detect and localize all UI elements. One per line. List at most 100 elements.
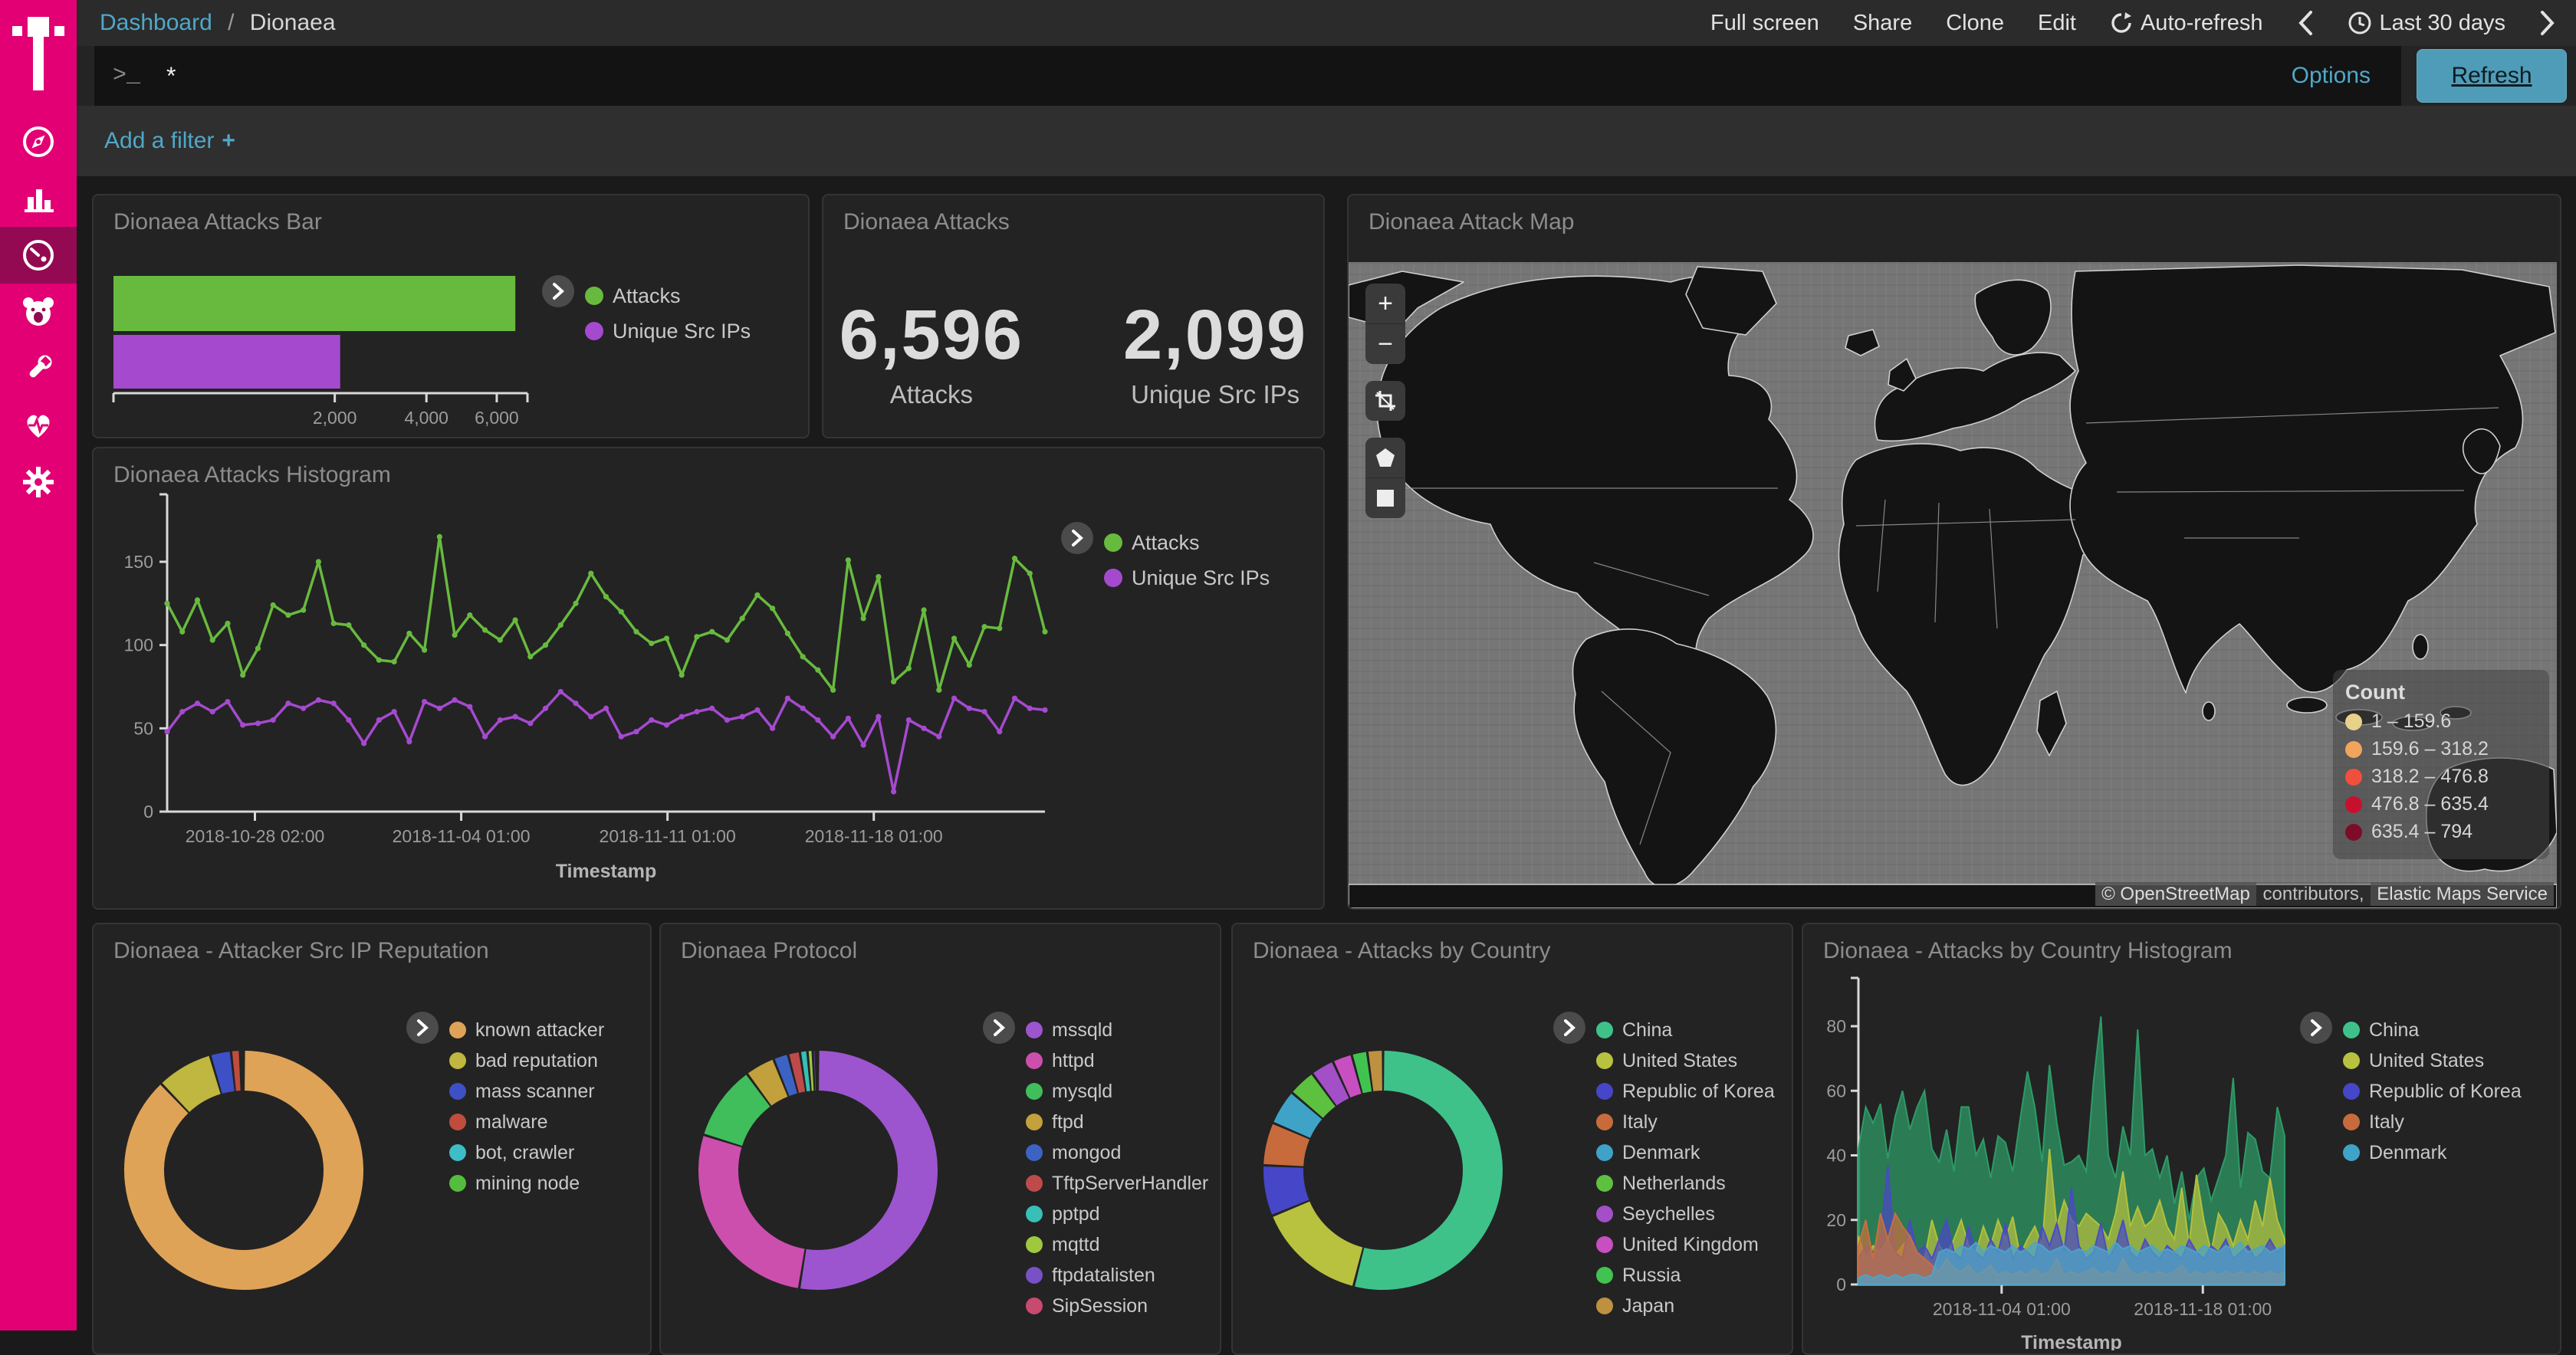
legend-toggle-chevron[interactable] bbox=[1553, 1012, 1585, 1044]
legend-toggle-chevron[interactable] bbox=[2300, 1012, 2332, 1044]
legend-item[interactable]: Attacks bbox=[585, 278, 751, 313]
legend-item[interactable]: Republic of Korea bbox=[1596, 1076, 1775, 1107]
legend-item[interactable]: pptpd bbox=[1026, 1199, 1208, 1229]
map-zoom-in-button[interactable]: + bbox=[1365, 284, 1405, 324]
time-range-picker[interactable]: Last 30 days bbox=[2348, 11, 2505, 36]
map-legend-label: 1 – 159.6 bbox=[2371, 710, 2451, 733]
legend-item[interactable]: Unique Src IPs bbox=[585, 313, 751, 349]
legend-item[interactable]: Seychelles bbox=[1596, 1199, 1775, 1229]
line-chart[interactable]: 0501001502018-10-28 02:002018-11-04 01:0… bbox=[94, 448, 1320, 905]
legend-item[interactable]: bot, crawler bbox=[449, 1137, 604, 1168]
options-link[interactable]: Options bbox=[2292, 63, 2371, 89]
nav-item-share[interactable]: Share bbox=[1853, 11, 1912, 36]
terminal-prompt-icon: >_ bbox=[113, 63, 140, 89]
svg-text:Timestamp: Timestamp bbox=[2021, 1332, 2122, 1350]
legend-item[interactable]: known attacker bbox=[449, 1015, 604, 1045]
legend-label: httpd bbox=[1052, 1050, 1095, 1072]
nav-item-full-screen[interactable]: Full screen bbox=[1710, 11, 1819, 36]
metric: 2,099Unique Src IPs bbox=[1123, 295, 1307, 409]
map-legend-item: 635.4 – 794 bbox=[2345, 821, 2537, 843]
legend-item[interactable]: China bbox=[2343, 1015, 2522, 1045]
legend-item[interactable]: Russia bbox=[1596, 1260, 1775, 1291]
legend: China United States Republic of KoreaItaly… bbox=[1553, 1015, 1775, 1321]
legend-item[interactable]: China bbox=[1596, 1015, 1775, 1045]
legend-swatch bbox=[449, 1052, 466, 1069]
legend-swatch bbox=[1026, 1052, 1043, 1069]
legend-item[interactable]: Republic of Korea bbox=[2343, 1076, 2522, 1107]
nav-item-auto-refresh[interactable]: Auto-refresh bbox=[2110, 11, 2263, 36]
map-draw-polygon-button[interactable] bbox=[1365, 438, 1405, 478]
sidebar-item-management[interactable] bbox=[0, 454, 77, 510]
legend-item[interactable]: Italy bbox=[2343, 1107, 2522, 1137]
legend-item[interactable]: malware bbox=[449, 1107, 604, 1137]
map-draw-rectangle-button[interactable] bbox=[1365, 478, 1405, 518]
legend-toggle-chevron[interactable] bbox=[983, 1012, 1015, 1044]
legend-toggle-chevron[interactable] bbox=[406, 1012, 439, 1044]
legend: ChinaUnited States Republic of Korea Italy… bbox=[2300, 1015, 2522, 1168]
svg-text:150: 150 bbox=[124, 552, 153, 572]
map-legend-item: 476.8 – 635.4 bbox=[2345, 793, 2537, 815]
query-bar: >_ * Options Refresh bbox=[77, 46, 2576, 106]
legend-item[interactable]: mass scanner bbox=[449, 1076, 604, 1107]
filter-bar: Add a filter+ bbox=[77, 106, 2576, 178]
map-legend-label: 159.6 – 318.2 bbox=[2371, 738, 2489, 760]
legend-item[interactable]: mssqld bbox=[1026, 1015, 1208, 1045]
legend-toggle-chevron[interactable] bbox=[542, 275, 574, 307]
legend-item[interactable]: TftpServerHandler bbox=[1026, 1168, 1208, 1199]
legend-item[interactable]: Netherlands bbox=[1596, 1168, 1775, 1199]
breadcrumb-separator: / bbox=[228, 10, 234, 35]
legend-item[interactable]: ftpd bbox=[1026, 1107, 1208, 1137]
legend: mssqld httpd mysqldftpdmongodTftpServerHan… bbox=[983, 1015, 1208, 1321]
legend-swatch bbox=[2343, 1052, 2360, 1069]
legend-item[interactable]: Attacks bbox=[1104, 525, 1270, 560]
legend-swatch bbox=[585, 287, 603, 305]
sidebar-item-dashboard[interactable] bbox=[0, 227, 77, 284]
nav-item-clone[interactable]: Clone bbox=[1946, 11, 2004, 36]
sidebar-item-timelion[interactable] bbox=[0, 284, 77, 340]
legend-item[interactable]: mqttd bbox=[1026, 1229, 1208, 1260]
legend-item[interactable]: mysqld bbox=[1026, 1076, 1208, 1107]
legend-label: mssqld bbox=[1052, 1019, 1112, 1042]
legend-item[interactable]: Unique Src IPs bbox=[1104, 560, 1270, 595]
sidebar-item-discover[interactable] bbox=[0, 113, 77, 170]
legend-label: Netherlands bbox=[1622, 1173, 1726, 1195]
legend-item[interactable]: ftpdatalisten bbox=[1026, 1260, 1208, 1291]
legend-item[interactable]: Denmark bbox=[2343, 1137, 2522, 1168]
time-back-button[interactable] bbox=[2297, 10, 2314, 36]
add-filter-link[interactable]: Add a filter+ bbox=[104, 128, 235, 154]
breadcrumb-dashboard[interactable]: Dashboard bbox=[100, 10, 212, 35]
legend-item[interactable]: United States bbox=[2343, 1045, 2522, 1076]
search-input[interactable]: >_ * Options bbox=[94, 46, 2401, 106]
legend-label: Republic of Korea bbox=[2369, 1081, 2522, 1103]
sidebar-item-devtools[interactable] bbox=[0, 340, 77, 397]
legend-swatch bbox=[1026, 1267, 1043, 1284]
legend-label: United States bbox=[1622, 1050, 1737, 1072]
nav-item-edit[interactable]: Edit bbox=[2038, 11, 2076, 36]
legend-item[interactable]: Italy bbox=[1596, 1107, 1775, 1137]
legend-item[interactable]: Japan bbox=[1596, 1291, 1775, 1321]
refresh-button[interactable]: Refresh bbox=[2417, 49, 2567, 103]
legend-item[interactable]: United States bbox=[1596, 1045, 1775, 1076]
legend-item[interactable]: mining node bbox=[449, 1168, 604, 1199]
sidebar bbox=[0, 0, 77, 1330]
legend-swatch bbox=[1596, 1114, 1613, 1130]
legend-label: Attacks bbox=[613, 284, 681, 308]
legend-item[interactable]: httpd bbox=[1026, 1045, 1208, 1076]
svg-text:0: 0 bbox=[1836, 1275, 1846, 1294]
legend-item[interactable]: SipSession bbox=[1026, 1291, 1208, 1321]
sidebar-item-visualize[interactable] bbox=[0, 170, 77, 227]
map-fit-bounds-button[interactable] bbox=[1365, 381, 1405, 421]
legend-item[interactable]: bad reputation bbox=[449, 1045, 604, 1076]
map-zoom-out-button[interactable]: − bbox=[1365, 324, 1405, 364]
osm-attribution[interactable]: © OpenStreetMap bbox=[2095, 882, 2256, 906]
legend-item[interactable]: United Kingdom bbox=[1596, 1229, 1775, 1260]
time-forward-button[interactable] bbox=[2539, 10, 2556, 36]
query-value[interactable]: * bbox=[166, 62, 2292, 90]
ems-attribution[interactable]: Elastic Maps Service bbox=[2371, 882, 2554, 906]
sidebar-item-monitoring[interactable] bbox=[0, 397, 77, 454]
legend-item[interactable]: Denmark bbox=[1596, 1137, 1775, 1168]
legend-item[interactable]: mongod bbox=[1026, 1137, 1208, 1168]
legend-swatch bbox=[1596, 1022, 1613, 1038]
world-map[interactable]: + − Count 1 – 159.6159.6 – 318.2318.2 – … bbox=[1349, 262, 2557, 908]
legend-toggle-chevron[interactable] bbox=[1061, 522, 1093, 554]
